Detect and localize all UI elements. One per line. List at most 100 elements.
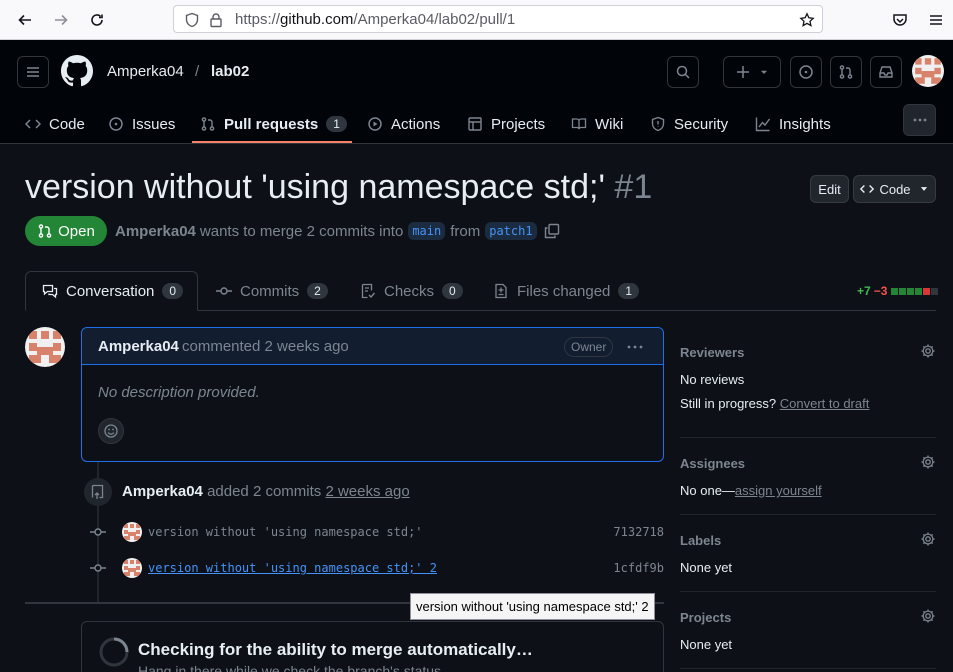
repo-tab-projects[interactable]: Projects — [467, 104, 545, 144]
code-dropdown-button[interactable]: Code — [853, 175, 936, 203]
commit-sha-link[interactable]: 7132718 — [613, 525, 664, 539]
commit-author-avatar[interactable] — [122, 522, 142, 542]
app-menu-button[interactable] — [924, 8, 948, 32]
push-timestamp[interactable]: 2 weeks ago — [325, 483, 409, 500]
forward-button[interactable] — [49, 8, 73, 32]
git-commit-icon — [216, 287, 232, 295]
diffstat-block — [899, 288, 907, 295]
url-text[interactable]: https://github.com/Amperka04/lab02/pull/… — [235, 11, 515, 28]
search-button[interactable] — [667, 56, 699, 88]
commit-message-link[interactable]: version without 'using namespace std;' — [148, 525, 423, 539]
sidebar-divider — [680, 668, 936, 669]
kebab-horizontal-icon — [913, 118, 926, 122]
push-text: added 2 commits — [207, 483, 322, 500]
bookmark-star-icon[interactable] — [799, 12, 815, 28]
repo-tab-label: Insights — [779, 115, 831, 133]
repo-tab-issues[interactable]: Issues — [108, 104, 175, 144]
repo-tab-wiki[interactable]: Wiki — [571, 104, 623, 144]
commit-sha-link[interactable]: 1cfdf9b — [613, 561, 664, 575]
pr-meta: Amperka04 wants to merge 2 commits into … — [115, 222, 560, 240]
github-logo-icon[interactable] — [61, 55, 93, 87]
tab-checks[interactable]: Checks 0 — [360, 271, 463, 311]
pr-number: #1 — [614, 168, 653, 206]
sidebar-divider — [680, 514, 936, 515]
tab-files-changed[interactable]: Files changed 1 — [493, 271, 640, 311]
pull-request-icon — [201, 117, 215, 131]
code-icon — [25, 119, 41, 129]
push-event-text: Amperka04 added 2 commits 2 weeks ago — [122, 483, 410, 500]
edit-title-button[interactable]: Edit — [810, 175, 849, 203]
owner-badge: Owner — [564, 337, 614, 357]
gear-icon[interactable] — [920, 454, 936, 470]
merge-status-subtitle: Hang in there while we check the branch'… — [138, 663, 445, 672]
commit-author-avatar[interactable] — [122, 558, 142, 578]
copy-icon[interactable] — [544, 223, 560, 239]
tab-commits[interactable]: Commits 2 — [216, 271, 328, 311]
table-icon — [468, 117, 482, 131]
repo-tab-pull-requests[interactable]: Pull requests 1 — [200, 104, 347, 144]
three-bars-icon — [27, 67, 39, 77]
gear-icon[interactable] — [920, 343, 936, 359]
sidebar-heading: Labels — [680, 533, 722, 548]
triangle-down-icon — [760, 70, 768, 74]
reload-button[interactable] — [85, 8, 109, 32]
pull-requests-button[interactable] — [830, 56, 862, 88]
inbox-icon — [879, 66, 893, 78]
repo-tab-actions[interactable]: Actions — [367, 104, 440, 144]
add-reaction-button[interactable] — [98, 418, 124, 444]
tab-conversation[interactable]: Conversation 0 — [25, 271, 198, 311]
repo-tab-security[interactable]: Security — [650, 104, 728, 144]
sidebar-divider — [680, 437, 936, 438]
global-nav-menu-button[interactable] — [17, 56, 49, 88]
repo-name-link[interactable]: lab02 — [211, 63, 249, 80]
comment-author-avatar[interactable] — [25, 327, 65, 367]
merge-status-title: Checking for the ability to merge automa… — [138, 640, 533, 659]
repo-more-button[interactable] — [903, 104, 936, 136]
diffstat-blocks — [891, 284, 939, 298]
pr-author-link[interactable]: Amperka04 — [115, 223, 196, 240]
diffstat-block — [907, 288, 915, 295]
user-avatar[interactable] — [912, 55, 944, 87]
gear-icon[interactable] — [920, 531, 936, 547]
push-author-link[interactable]: Amperka04 — [122, 483, 203, 500]
sidebar-divider — [680, 591, 936, 592]
additions-count: +7 — [857, 284, 871, 298]
commit-row: version without 'using namespace std;' 7… — [88, 520, 664, 544]
sidebar-assignees: Assignees No one—assign yourself — [680, 454, 936, 498]
commit-message-link[interactable]: version without 'using namespace std;' 2 — [148, 561, 437, 575]
smiley-icon — [104, 424, 118, 438]
repo-push-icon — [84, 478, 112, 506]
head-branch-link[interactable]: patch1 — [485, 222, 537, 240]
identicon-avatar-icon — [122, 522, 142, 542]
kebab-horizontal-icon[interactable] — [625, 339, 645, 355]
page-title: version without 'using namespace std;' #… — [25, 168, 652, 207]
repo-tab-label: Code — [49, 115, 85, 133]
repo-tab-insights[interactable]: Insights — [755, 104, 831, 144]
issues-button[interactable] — [790, 56, 822, 88]
base-branch-link[interactable]: main — [408, 222, 446, 240]
repo-owner-link[interactable]: Amperka04 — [107, 63, 184, 80]
create-new-button[interactable] — [723, 56, 781, 88]
repo-tab-label: Actions — [391, 115, 441, 133]
diffstat[interactable]: +7 −3 — [857, 284, 939, 298]
comment-discussion-icon — [42, 284, 58, 299]
lock-icon[interactable] — [208, 12, 224, 28]
sidebar-reviewers: Reviewers No reviews Still in progress? … — [680, 343, 936, 411]
back-button[interactable] — [13, 8, 37, 32]
pocket-button[interactable] — [888, 8, 912, 32]
projects-value: None yet — [680, 637, 733, 652]
tab-label: Commits — [240, 282, 300, 300]
plus-icon — [737, 66, 749, 78]
inbox-button[interactable] — [870, 56, 902, 88]
repo-tab-code[interactable]: Code — [25, 104, 85, 144]
code-button-label: Code — [879, 181, 911, 197]
comment-header: Amperka04 commented 2 weeks ago Owner — [82, 328, 663, 365]
pr-state-badge: Open — [25, 216, 107, 246]
url-bar[interactable]: https://github.com/Amperka04/lab02/pull/… — [173, 5, 823, 33]
shield-icon[interactable] — [184, 12, 200, 28]
assign-yourself-link[interactable]: assign yourself — [735, 483, 822, 498]
comment-author-link[interactable]: Amperka04 — [98, 338, 179, 355]
convert-to-draft-link[interactable]: Convert to draft — [780, 396, 870, 411]
comment-timestamp[interactable]: commented 2 weeks ago — [182, 338, 349, 355]
gear-icon[interactable] — [920, 608, 936, 624]
